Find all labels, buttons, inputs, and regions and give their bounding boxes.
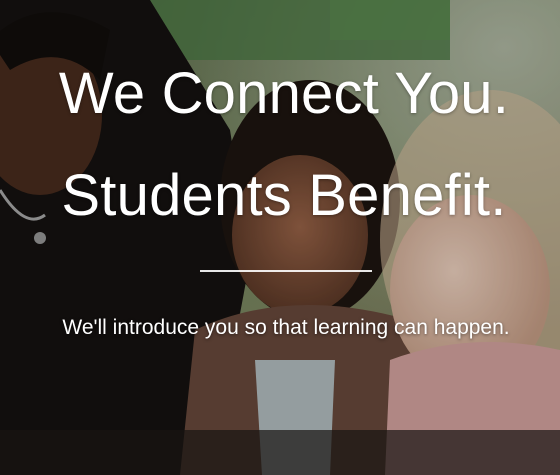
headline-line-2: Students Benefit. xyxy=(61,163,507,228)
hero-section: We Connect You. Students Benefit. We'll … xyxy=(0,0,560,475)
divider-line xyxy=(200,270,372,272)
hero-tagline: We'll introduce you so that learning can… xyxy=(62,316,510,339)
hero-content: We Connect You. Students Benefit. We'll … xyxy=(0,0,560,475)
headline-line-1: We Connect You. xyxy=(58,61,510,126)
